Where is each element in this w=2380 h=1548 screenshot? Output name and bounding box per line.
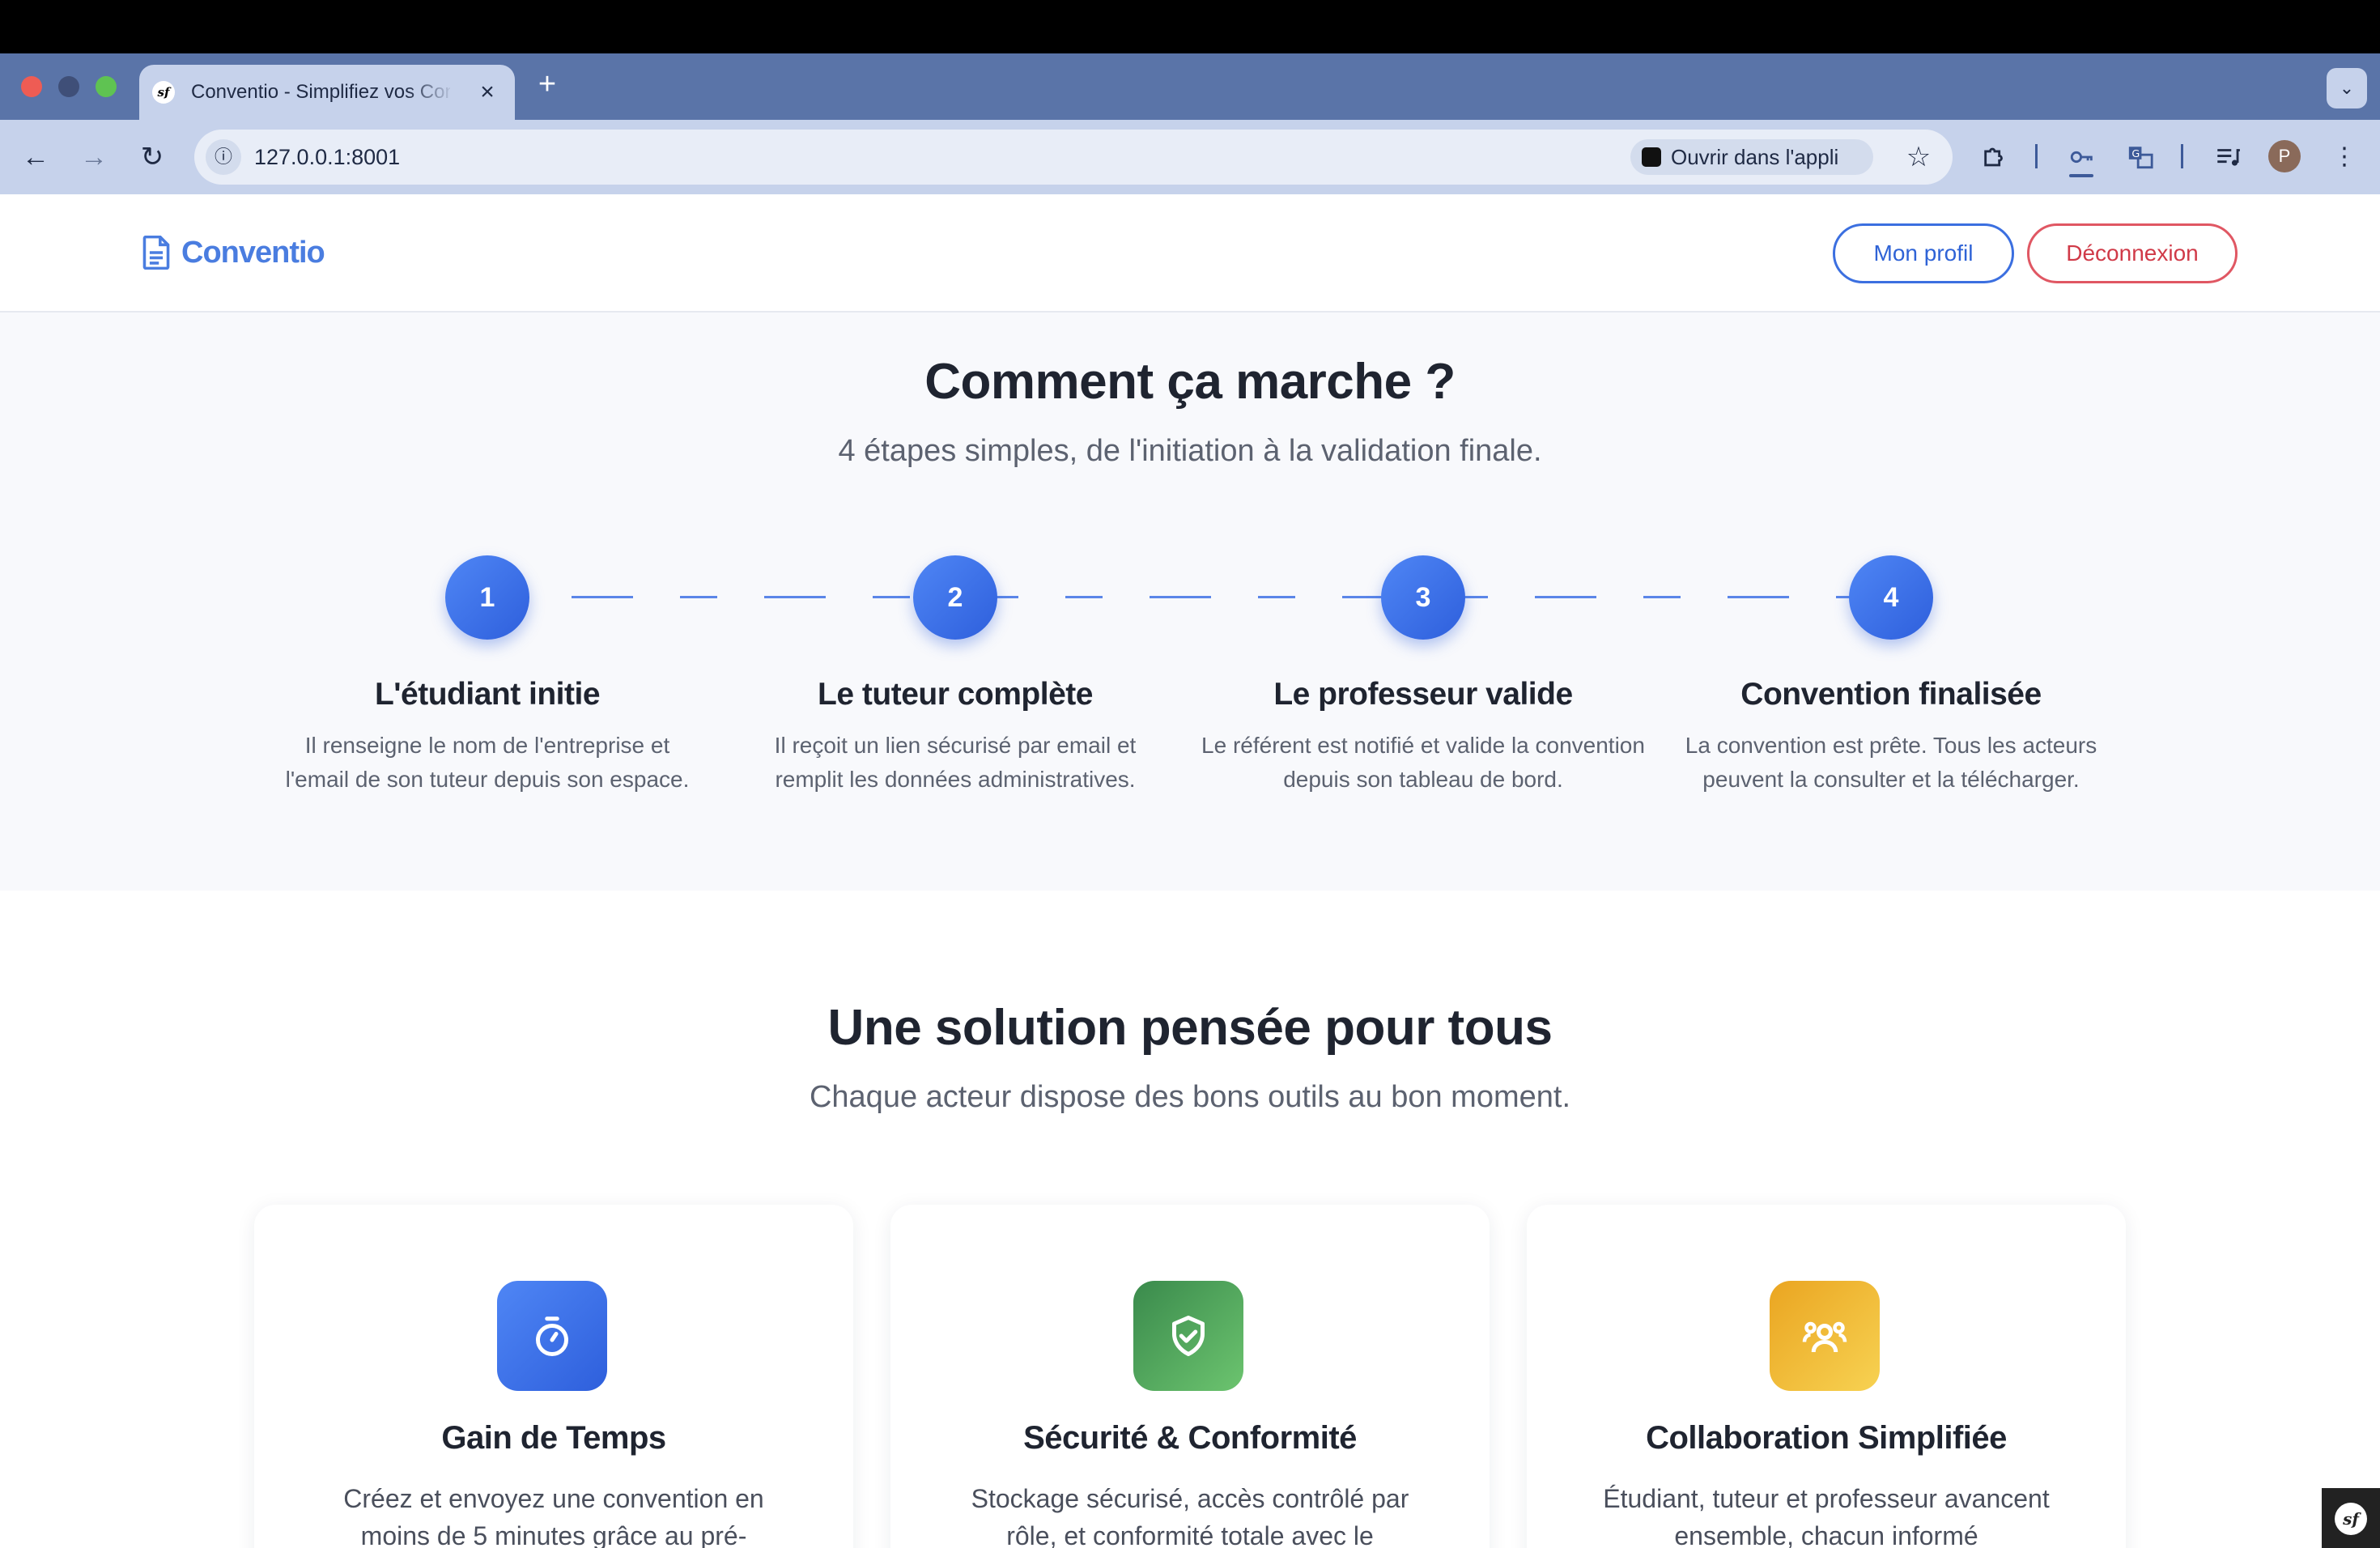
maximize-window-button[interactable] (96, 76, 117, 97)
open-in-app-button[interactable]: Ouvrir dans l'appli (1630, 139, 1873, 175)
url-text[interactable]: 127.0.0.1:8001 (254, 130, 400, 185)
forward-arrow-icon[interactable]: → (76, 139, 112, 175)
step-title: L'étudiant initie (374, 677, 601, 712)
toolbar-separator (2181, 144, 2183, 168)
browser-menu-kebab-icon[interactable]: ⋮ (2325, 138, 2364, 176)
toolbar-separator (2035, 144, 2038, 168)
feature-card-description: Créez et envoyez une convention en moins… (343, 1484, 764, 1548)
browser-tab-active[interactable]: sf Conventio - Simplifiez vos Convention… (139, 65, 515, 120)
password-key-icon[interactable] (2063, 138, 2102, 176)
bookmark-star-icon[interactable]: ☆ (1899, 138, 1938, 176)
feature-card-collaboration: Collaboration Simplifiée Étudiant, tuteu… (1527, 1205, 2126, 1548)
new-tab-button[interactable]: + (531, 68, 563, 100)
feature-card-security: Sécurité & Conformité Stockage sécurisé,… (890, 1205, 1490, 1548)
step-number-1: 1 (445, 555, 529, 640)
step-number-3: 3 (1381, 555, 1465, 640)
tab-title-fade (406, 73, 455, 113)
logout-button[interactable]: Déconnexion (2027, 223, 2238, 283)
translate-icon[interactable]: G (2121, 138, 2160, 176)
symfony-logo-icon: sf (2335, 1503, 2367, 1535)
tab-search-chevron-icon[interactable]: ⌄ (2327, 68, 2367, 108)
step-description: La convention est prête. Tous les acteur… (1685, 733, 2097, 792)
feature-card-title: Sécurité & Conformité (1023, 1420, 1357, 1456)
features-subtitle: Chaque acteur dispose des bons outils au… (809, 1080, 1571, 1114)
symfony-debug-toolbar-toggle[interactable]: sf (2322, 1488, 2380, 1548)
media-queue-icon[interactable] (2208, 138, 2247, 176)
site-info-icon[interactable]: ⓘ (206, 139, 241, 175)
step-title: Convention finalisée (1740, 677, 2042, 712)
users-icon (1770, 1281, 1880, 1391)
brand-logo[interactable]: Conventio (142, 228, 325, 277)
step-title: Le tuteur complète (818, 677, 1093, 712)
how-it-works-title: Comment ça marche ? (924, 354, 1456, 410)
svg-text:G: G (2131, 148, 2140, 160)
shield-check-icon (1133, 1281, 1243, 1391)
step-description: Il renseigne le nom de l'entreprise et l… (285, 733, 690, 792)
stopwatch-icon (497, 1281, 607, 1391)
how-it-works-subtitle: 4 étapes simples, de l'initiation à la v… (838, 434, 1542, 468)
step-description: Il reçoit un lien sécurisé par email et … (774, 733, 1137, 792)
app-icon (1642, 147, 1661, 167)
feature-card-title: Gain de Temps (441, 1420, 666, 1456)
extensions-puzzle-icon[interactable] (1975, 138, 2014, 176)
symfony-favicon-icon: sf (152, 81, 175, 104)
reload-icon[interactable]: ↻ (134, 139, 170, 175)
feature-card-time: Gain de Temps Créez et envoyez une conve… (254, 1205, 853, 1548)
profile-avatar[interactable]: P (2268, 140, 2301, 172)
steps-connector-line (487, 596, 1893, 598)
close-window-button[interactable] (21, 76, 42, 97)
site-header: Conventio Mon profil Déconnexion (0, 194, 2380, 313)
address-bar[interactable]: ⓘ 127.0.0.1:8001 Ouvrir dans l'appli ☆ (194, 130, 1953, 185)
feature-card-title: Collaboration Simplifiée (1646, 1420, 2007, 1456)
step-title: Le professeur valide (1273, 677, 1573, 712)
brand-name: Conventio (181, 235, 325, 270)
step-number-2: 2 (913, 555, 997, 640)
step-description: Le référent est notifié et valide la con… (1201, 733, 1645, 792)
active-indicator (2069, 174, 2093, 177)
features-title: Une solution pensée pour tous (827, 1000, 1553, 1056)
back-arrow-icon[interactable]: ← (18, 139, 53, 175)
minimize-window-button[interactable] (58, 76, 79, 97)
document-icon (142, 236, 170, 270)
feature-card-description: Stockage sécurisé, accès contrôlé par rô… (971, 1484, 1409, 1548)
profile-button[interactable]: Mon profil (1833, 223, 2014, 283)
open-in-app-label: Ouvrir dans l'appli (1671, 145, 1839, 169)
step-number-4: 4 (1849, 555, 1933, 640)
close-tab-icon[interactable]: × (473, 78, 502, 107)
system-menu-bar (0, 0, 2380, 53)
feature-card-description: Étudiant, tuteur et professeur avancent … (1603, 1484, 2050, 1548)
